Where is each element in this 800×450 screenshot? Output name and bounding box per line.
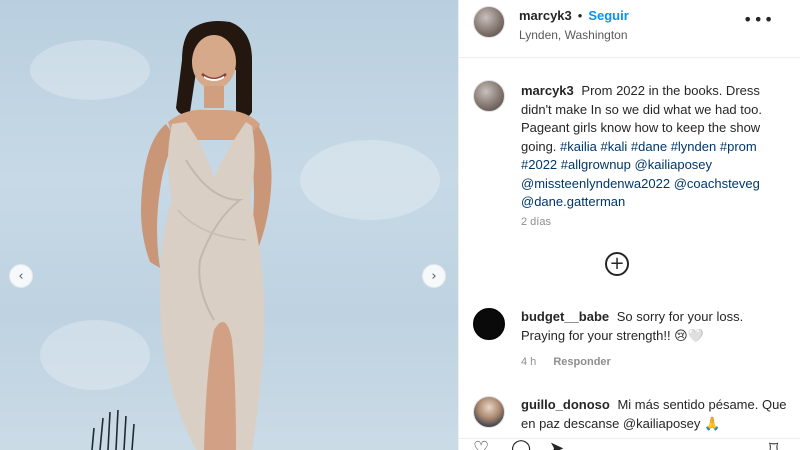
hashtag[interactable]: #kali	[601, 139, 628, 154]
comment-text: budget__babe So sorry for your loss. Pra…	[521, 308, 787, 345]
post-location[interactable]: Lynden, Washington	[519, 28, 628, 42]
post-dialog: ‹ › marcyk3 • Seguir Lynden, Washington ••…	[0, 0, 800, 450]
chevron-left-icon: ‹	[18, 268, 24, 284]
mention[interactable]: @missteenlyndenwa2022	[521, 176, 670, 191]
caption-text: marcyk3 Prom 2022 in the books. Dress di…	[521, 82, 791, 212]
post-photo[interactable]: ‹ ›	[0, 0, 458, 450]
commenter-username[interactable]: budget__babe	[521, 309, 609, 324]
reply-button[interactable]: Responder	[553, 356, 610, 368]
hashtag[interactable]: #dane	[631, 139, 667, 154]
hashtag[interactable]: #kailia	[560, 139, 597, 154]
separator-dot: •	[577, 8, 583, 23]
commenter-avatar[interactable]	[473, 396, 505, 428]
caption-avatar[interactable]	[473, 80, 505, 112]
mention[interactable]: @kailiaposey	[635, 157, 713, 172]
post-time-ago[interactable]: 2 días	[521, 216, 551, 228]
woman-in-gown-figure	[91, 21, 272, 450]
carousel-next-button[interactable]: ›	[422, 264, 446, 288]
share-icon[interactable]: ➤	[549, 439, 569, 450]
post-actions-bar: ♡ ◯ ➤ ⌑	[459, 438, 800, 450]
author-line: marcyk3 • Seguir	[519, 8, 629, 23]
commenter-avatar[interactable]	[473, 308, 505, 340]
more-options-icon[interactable]: •••	[743, 10, 774, 29]
mention[interactable]: @coachsteveg	[674, 176, 760, 191]
post-header: marcyk3 • Seguir Lynden, Washington •••	[459, 0, 800, 58]
post-details-panel: marcyk3 • Seguir Lynden, Washington ••• ma…	[458, 0, 800, 450]
follow-button[interactable]: Seguir	[588, 8, 628, 23]
author-username[interactable]: marcyk3	[519, 8, 572, 23]
comment-icon[interactable]: ◯	[511, 439, 531, 450]
hashtag[interactable]: #lynden	[671, 139, 717, 154]
hashtag[interactable]: #2022	[521, 157, 557, 172]
author-avatar[interactable]	[473, 6, 505, 38]
caption-username[interactable]: marcyk3	[521, 83, 574, 98]
commenter-username[interactable]: guillo_donoso	[521, 397, 610, 412]
chevron-right-icon: ›	[431, 268, 437, 284]
comment-time[interactable]: 4 h	[521, 356, 536, 368]
hashtag[interactable]: #allgrownup	[561, 157, 631, 172]
hashtag[interactable]: #prom	[720, 139, 757, 154]
heart-icon[interactable]: ♡	[473, 439, 493, 450]
mention[interactable]: @dane.gatterman	[521, 194, 625, 209]
comment-meta: 4 h Responder	[521, 356, 625, 368]
load-more-comments-button[interactable]: +	[605, 252, 629, 276]
bookmark-icon[interactable]: ⌑	[769, 439, 789, 450]
plus-circle-icon: +	[609, 253, 625, 274]
carousel-prev-button[interactable]: ‹	[9, 264, 33, 288]
comment-text: guillo_donoso Mi más sentido pésame. Que…	[521, 396, 787, 433]
